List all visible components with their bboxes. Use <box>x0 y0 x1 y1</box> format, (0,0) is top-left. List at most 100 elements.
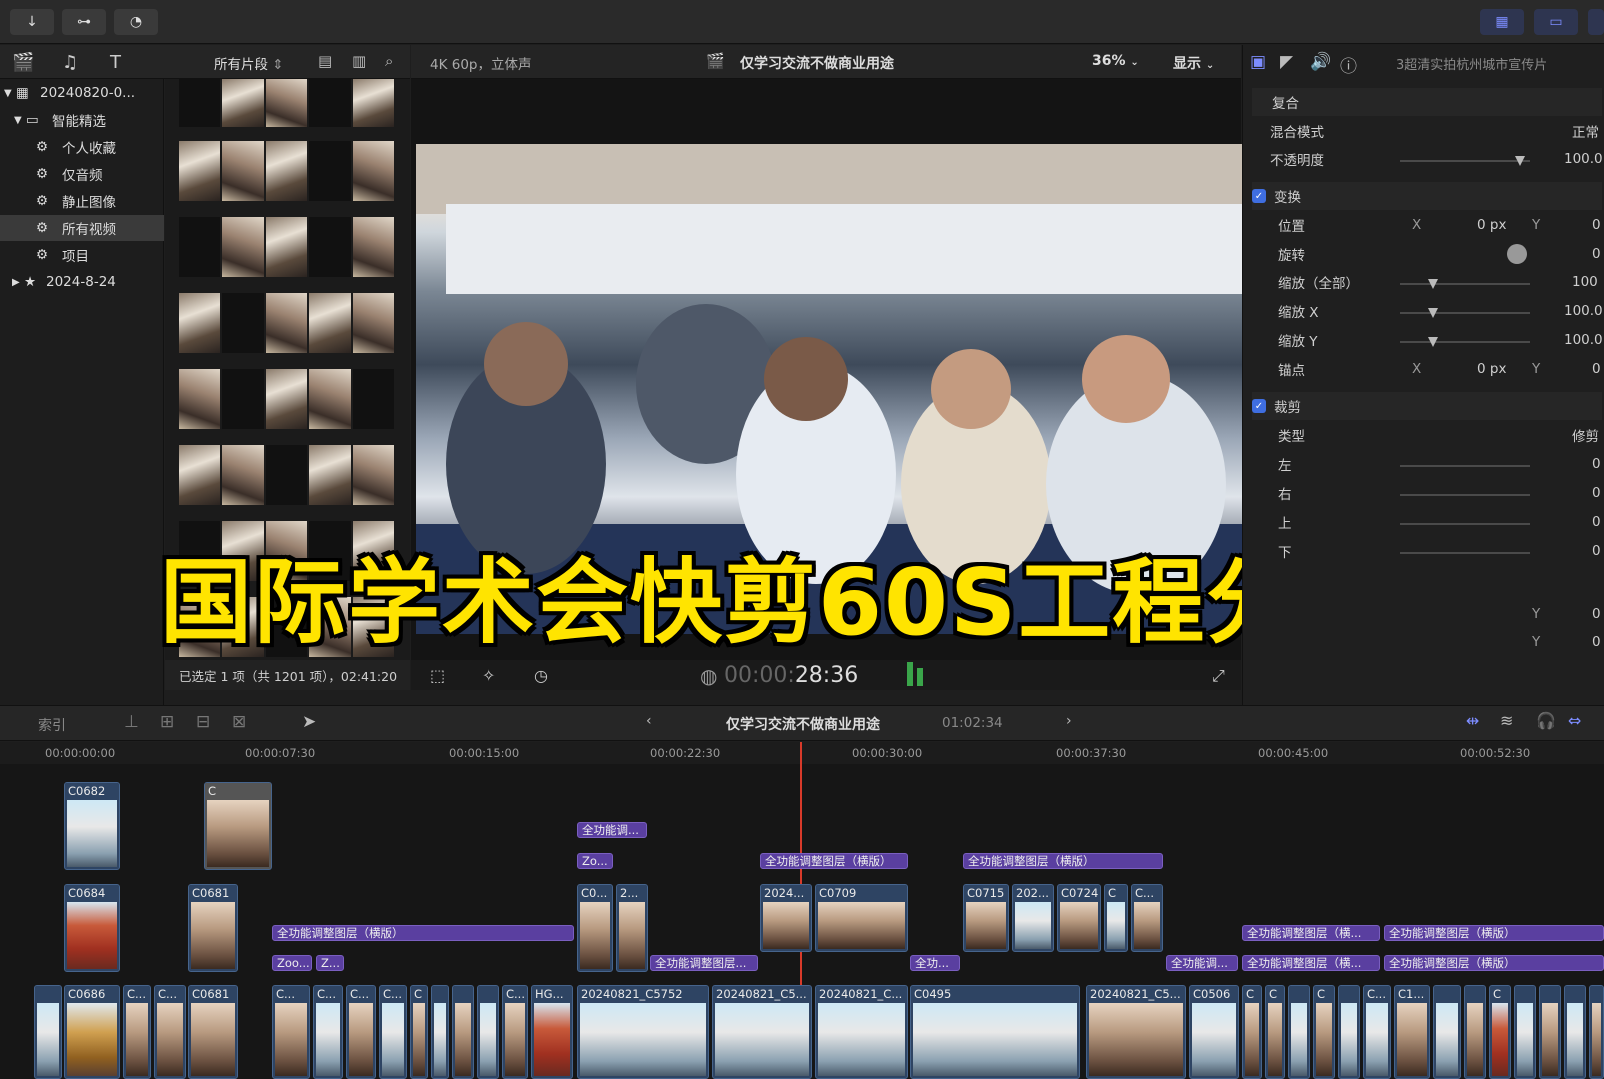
timeline-clip[interactable]: C0681 <box>188 884 238 972</box>
adjustment-layer[interactable]: Z... <box>316 955 344 971</box>
adjustment-layer[interactable]: 全功能调整图层（横... <box>1242 925 1380 941</box>
import-button[interactable]: ↓ <box>10 9 54 35</box>
filmstrip-icon[interactable]: ▥ <box>352 52 366 70</box>
distort-y-value[interactable]: 0 <box>1592 606 1601 622</box>
crop-top-value[interactable]: 0 <box>1592 514 1601 530</box>
storyline-clip[interactable] <box>431 985 449 1079</box>
crop-top-slider[interactable] <box>1400 523 1530 525</box>
scale-x-row[interactable]: 缩放 X 100.0 <box>1252 297 1603 325</box>
storyline-clip[interactable]: 20240821_C5... <box>712 985 812 1079</box>
select-tool-icon[interactable]: ➤ <box>302 712 316 732</box>
crop-right-slider[interactable] <box>1400 494 1530 496</box>
library-item-favorites[interactable]: ⚙ 个人收藏 <box>0 134 164 160</box>
scale-all-slider[interactable] <box>1400 283 1530 285</box>
filmstrip-clip[interactable] <box>179 293 395 353</box>
checkbox-icon[interactable]: ✓ <box>1252 189 1266 203</box>
append-clip-icon[interactable]: ⊟ <box>196 712 210 732</box>
filmstrip-clip[interactable] <box>179 369 395 429</box>
anchor-y-value[interactable]: 0 <box>1592 361 1601 377</box>
color-inspector-icon[interactable]: ◤ <box>1280 52 1293 72</box>
crop-type-row[interactable]: 类型 修剪 <box>1252 421 1602 449</box>
crop-bottom-slider[interactable] <box>1400 552 1530 554</box>
crop-left-row[interactable]: 左0 <box>1252 450 1602 478</box>
blend-mode-row[interactable]: 混合模式 正常 <box>1252 117 1602 145</box>
storyline-clip[interactable]: C... <box>272 985 310 1079</box>
storyline-clip[interactable]: C... <box>502 985 528 1079</box>
storyline-clip[interactable]: C0681 <box>188 985 238 1079</box>
timeline-clip[interactable]: 202... <box>1012 884 1054 952</box>
crop-bottom-value[interactable]: 0 <box>1592 543 1601 559</box>
connect-clip-icon[interactable]: ⊥ <box>124 712 139 732</box>
storyline-clip[interactable]: HG... <box>531 985 573 1079</box>
opacity-row[interactable]: 不透明度 100.0 <box>1252 145 1603 173</box>
distort-y-value[interactable]: 0 <box>1592 634 1601 650</box>
crop-top-row[interactable]: 上0 <box>1252 508 1602 536</box>
storyline-clip[interactable] <box>34 985 62 1079</box>
index-button[interactable]: 索引 <box>38 715 66 735</box>
timeline-clip[interactable]: C0684 <box>64 884 120 972</box>
audio-inspector-icon[interactable]: 🔊 <box>1310 52 1331 72</box>
position-y-value[interactable]: 0 <box>1592 217 1601 233</box>
storyline-clip[interactable] <box>477 985 499 1079</box>
timeline-clip[interactable]: C0... <box>577 884 613 972</box>
audio-waveform-icon[interactable]: ≋ <box>1500 711 1513 730</box>
storyline-clip[interactable]: C... <box>154 985 186 1079</box>
storyline-clip[interactable] <box>1433 985 1461 1079</box>
distort-row-1[interactable]: Y0 <box>1252 600 1602 628</box>
crop-right-row[interactable]: 右0 <box>1252 479 1602 507</box>
video-only-icon[interactable]: ⇹ <box>1466 711 1479 730</box>
headphones-icon[interactable]: 🎧 <box>1536 711 1556 730</box>
adjustment-layer[interactable]: 全功... <box>910 955 960 971</box>
storyline-clip[interactable]: C... <box>313 985 343 1079</box>
storyline-clip[interactable]: C... <box>123 985 151 1079</box>
crop-left-slider[interactable] <box>1400 465 1530 467</box>
storyline-clip[interactable] <box>1464 985 1486 1079</box>
video-inspector-icon[interactable]: ▣ <box>1250 52 1266 72</box>
position-x-value[interactable]: 0 px <box>1477 217 1506 233</box>
storyline-clip[interactable]: C <box>410 985 428 1079</box>
blend-mode-value[interactable]: 正常 <box>1572 121 1599 141</box>
filmstrip-clip[interactable] <box>179 141 395 201</box>
layout-inspector-button[interactable] <box>1588 9 1604 35</box>
anchor-row[interactable]: 锚点 X 0 px Y 0 <box>1252 355 1602 383</box>
play-pause-icon[interactable]: ◍ <box>700 664 717 688</box>
transform-section[interactable]: ✓ 变换 <box>1252 182 1602 210</box>
opacity-slider[interactable] <box>1400 160 1530 162</box>
adjustment-layer[interactable]: 全功能调整图层（横... <box>1242 955 1380 971</box>
scale-y-row[interactable]: 缩放 Y 100.0 <box>1252 326 1603 354</box>
titles-generators-icon[interactable]: T <box>110 52 121 73</box>
insert-clip-icon[interactable]: ⊞ <box>160 712 174 732</box>
storyline-clip[interactable]: C <box>1313 985 1335 1079</box>
timeline-clip[interactable]: C0709 <box>815 884 908 952</box>
storyline-clip[interactable]: C0506 <box>1189 985 1239 1079</box>
storyline-clip[interactable]: 20240821_C5... <box>1086 985 1186 1079</box>
snapping-icon[interactable]: ⇔ <box>1568 711 1581 730</box>
scale-x-slider[interactable] <box>1400 312 1530 314</box>
storyline-clip[interactable]: C <box>1489 985 1511 1079</box>
transform-icon[interactable]: ⬚ <box>430 666 445 685</box>
forward-arrow-icon[interactable]: › <box>1066 713 1072 729</box>
scale-x-value[interactable]: 100.0 <box>1564 303 1603 319</box>
storyline-clip[interactable] <box>1564 985 1586 1079</box>
adjustment-layer[interactable]: 全功能调整图层（横版） <box>272 925 574 941</box>
adjustment-layer[interactable]: 全功能调... <box>1166 955 1238 971</box>
crop-section[interactable]: ✓ 裁剪 <box>1252 392 1602 420</box>
library-item-smart-collections[interactable]: ▼ ▭ 智能精选 <box>0 107 164 133</box>
crop-left-value[interactable]: 0 <box>1592 456 1601 472</box>
keywords-button[interactable]: ⊶ <box>62 9 106 35</box>
fullscreen-icon[interactable]: ⤢ <box>1212 666 1225 686</box>
library-item-all-video[interactable]: ⚙ 所有视频 <box>0 215 164 241</box>
photos-audio-icon[interactable]: ♫ <box>62 52 78 73</box>
background-tasks-button[interactable]: ◔ <box>114 9 158 35</box>
adjustment-layer[interactable]: 全功能调整图层（横版） <box>1384 955 1604 971</box>
storyline-clip[interactable]: C... <box>379 985 407 1079</box>
timeline-project-name[interactable]: 仅学习交流不做商业用途 <box>726 714 880 734</box>
clip-appearance-icon[interactable]: ▤ <box>318 52 332 70</box>
search-icon[interactable]: ⌕ <box>385 52 393 70</box>
storyline-clip[interactable]: 20240821_C... <box>815 985 908 1079</box>
storyline-clip[interactable] <box>1338 985 1360 1079</box>
scale-y-value[interactable]: 100.0 <box>1564 332 1603 348</box>
distort-row-2[interactable]: Y0 <box>1252 628 1602 656</box>
crop-right-value[interactable]: 0 <box>1592 485 1601 501</box>
storyline-clip[interactable]: C <box>1242 985 1262 1079</box>
